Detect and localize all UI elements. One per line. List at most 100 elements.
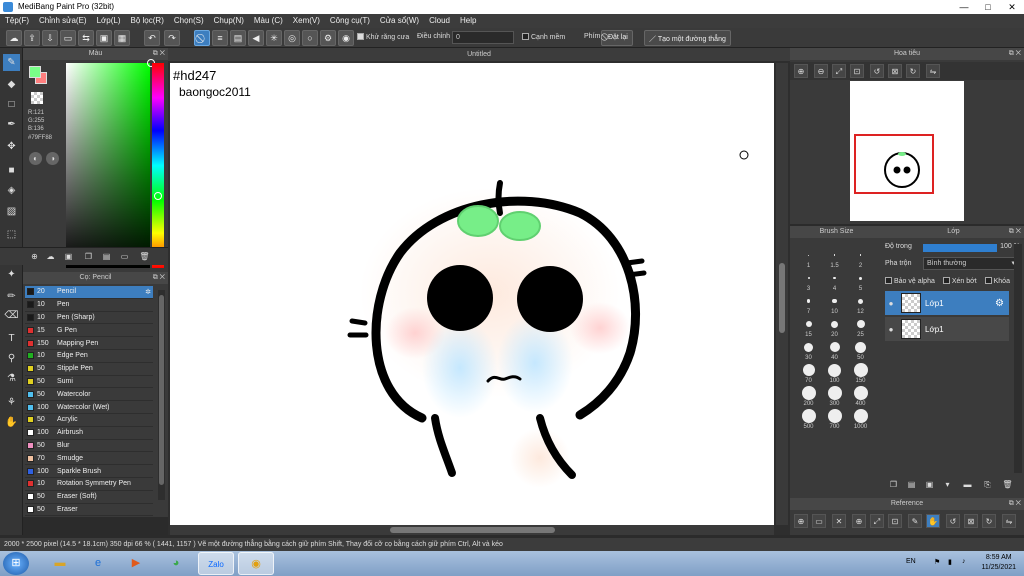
brush-size-cell[interactable]: 500 [796, 409, 821, 430]
parallel-snap-icon[interactable]: ≡ [212, 30, 228, 46]
layer-item[interactable]: ● Lớp1 [885, 317, 1009, 341]
ref-folder-icon[interactable]: ▭ [812, 514, 826, 528]
visibility-eye-icon[interactable]: ● [885, 299, 897, 308]
settings-snap-icon[interactable]: ⚙ [320, 30, 336, 46]
select-eraser-icon[interactable]: ⌫ [3, 307, 20, 324]
eraser-tool-icon[interactable]: ◆ [3, 76, 20, 93]
zoom-in-icon[interactable]: ⊕ [794, 64, 808, 78]
brush-item[interactable]: 10 Pen [25, 299, 153, 312]
palette-icon[interactable]: ◐ [29, 152, 42, 165]
document-tab[interactable]: Untitled [168, 48, 790, 61]
radial-snap-icon[interactable]: ✳ [266, 30, 282, 46]
navigator-preview[interactable] [850, 81, 964, 221]
circle-snap-icon[interactable]: ◎ [284, 30, 300, 46]
brush-settings-icon[interactable]: ▭ [118, 250, 131, 263]
zalo-icon[interactable]: Zalo [198, 552, 234, 575]
brush-size-cell[interactable]: 400 [848, 386, 873, 407]
select-tool-icon[interactable]: ⬚ [3, 226, 20, 243]
brush-size-cell[interactable]: 3 [796, 271, 821, 292]
ref-hand-icon[interactable]: ✋ [926, 514, 940, 528]
navigator-viewport-rect[interactable] [854, 134, 934, 194]
brush-size-cell[interactable]: 15 [796, 317, 821, 338]
ellipse-snap-icon[interactable]: ◉ [338, 30, 354, 46]
blend-mode-select[interactable]: Bình thường▾ [923, 257, 1019, 270]
brush-size-cell[interactable]: 25 [848, 317, 873, 338]
tray-flag-icon[interactable]: ⚑ [934, 558, 940, 566]
brush-size-cell[interactable]: 7 [796, 294, 821, 315]
menu-tools[interactable]: Công cụ(T) [325, 14, 375, 28]
lock-checkbox[interactable] [984, 277, 992, 284]
curve-snap-icon[interactable]: ○ [302, 30, 318, 46]
vanishing-snap-icon[interactable]: ◀ [248, 30, 264, 46]
save-icon[interactable]: ▣ [96, 30, 112, 46]
brush-item[interactable]: 15 G Pen [25, 324, 153, 338]
ref-zoom-in-icon[interactable]: ⊕ [852, 514, 866, 528]
canvas-vertical-scrollbar[interactable] [776, 63, 788, 525]
brush-item[interactable]: 70 Smudge [25, 452, 153, 466]
brush-size-cell[interactable]: 700 [822, 409, 847, 430]
dot-tool-icon[interactable]: □ [3, 96, 20, 113]
menu-filter[interactable]: Bộ lọc(R) [126, 14, 169, 28]
maximize-button[interactable]: □ [976, 0, 1000, 14]
brush-size-cell[interactable]: 12 [848, 294, 873, 315]
download-icon[interactable]: ⇩ [42, 30, 58, 46]
copy-layer-icon[interactable]: ⎘ [981, 478, 994, 491]
ref-close-icon[interactable]: ✕ [832, 514, 846, 528]
brush-size-cell[interactable]: 300 [822, 386, 847, 407]
start-button[interactable]: ⊞ [3, 552, 29, 575]
layer-settings-icon[interactable]: ⚙ [995, 298, 1009, 309]
brush-item[interactable]: 50 Acrylic [25, 414, 153, 427]
layer-item[interactable]: ● Lớp1 ⚙ [885, 291, 1009, 315]
panel-close-icon[interactable]: ⧉ ✕ [1009, 498, 1021, 510]
brush-size-cell[interactable]: 20 [822, 317, 847, 338]
brush-size-cell[interactable]: 70 [796, 363, 821, 384]
menu-window[interactable]: Cửa sổ(W) [375, 14, 424, 28]
fill-tool-icon[interactable]: ◈ [3, 182, 20, 199]
ref-actual-icon[interactable]: ⊡ [888, 514, 902, 528]
brush-size-cell[interactable]: 1.5 [822, 248, 847, 269]
language-indicator[interactable]: EN [906, 558, 916, 565]
drawing-canvas[interactable]: #hd247 baongoc2011 [170, 63, 774, 525]
rotate-right-icon[interactable]: ↻ [906, 64, 920, 78]
magic-wand-icon[interactable]: ✦ [3, 266, 20, 283]
brush-size-cell[interactable]: 1 [796, 248, 821, 269]
pen-tool-icon[interactable]: ✒ [3, 116, 20, 133]
brush-size-cell[interactable]: 200 [796, 386, 821, 407]
menu-view[interactable]: Xem(V) [288, 14, 325, 28]
fit-icon[interactable]: ⤢ [832, 64, 846, 78]
brush-item[interactable]: 100 Sparkle Brush [25, 465, 153, 478]
clipping-checkbox[interactable] [942, 277, 950, 284]
brush-item[interactable]: 10 Edge Pen [25, 350, 153, 363]
brush-menu-icon[interactable]: ▣ [62, 250, 75, 263]
menu-help[interactable]: Help [455, 14, 481, 28]
explorer-icon[interactable]: ▬ [42, 552, 78, 575]
transparent-color-swatch[interactable] [31, 92, 43, 104]
brush-copy-icon[interactable]: ❐ [82, 250, 95, 263]
comment-icon[interactable]: ▭ [60, 30, 76, 46]
brush-folder-icon[interactable]: ▤ [100, 250, 113, 263]
layer-menu-icon[interactable]: ▾ [941, 478, 954, 491]
brush-item[interactable]: 10 Pen (Sharp) [25, 312, 153, 325]
protect-alpha-checkbox[interactable] [885, 277, 892, 284]
share-icon[interactable]: ⇆ [78, 30, 94, 46]
menu-edit[interactable]: Chỉnh sửa(E) [34, 14, 92, 28]
brush-item[interactable]: 50 Stipple Pen [25, 363, 153, 376]
new-layer-icon[interactable]: ❐ [887, 478, 900, 491]
delete-layer-icon[interactable]: 🗑 [1001, 478, 1014, 491]
adjust-select[interactable]: 0 [452, 31, 514, 44]
saturation-value-picker[interactable] [66, 59, 155, 268]
soft-edge-checkbox[interactable] [522, 33, 529, 40]
hand-tool-icon[interactable]: ✋ [3, 414, 20, 431]
visibility-eye-icon[interactable]: ● [885, 325, 897, 334]
brush-item[interactable]: 100 Watercolor (Wet) [25, 401, 153, 414]
brush-item[interactable]: 50 Watercolor [25, 388, 153, 402]
foreground-color-swatch[interactable] [29, 66, 41, 78]
brush-size-cell[interactable]: 100 [822, 363, 847, 384]
panel-close-icon[interactable]: ⧉ ✕ [153, 272, 165, 284]
menu-select[interactable]: Chọn(S) [169, 14, 209, 28]
brush-item[interactable]: 150 Mapping Pen [25, 337, 153, 350]
brush-size-cell[interactable]: 5 [848, 271, 873, 292]
brush-size-cell[interactable]: 1000 [848, 409, 873, 430]
tray-network-icon[interactable]: ▮ [948, 558, 952, 566]
canvas-horizontal-scrollbar[interactable] [170, 525, 774, 535]
